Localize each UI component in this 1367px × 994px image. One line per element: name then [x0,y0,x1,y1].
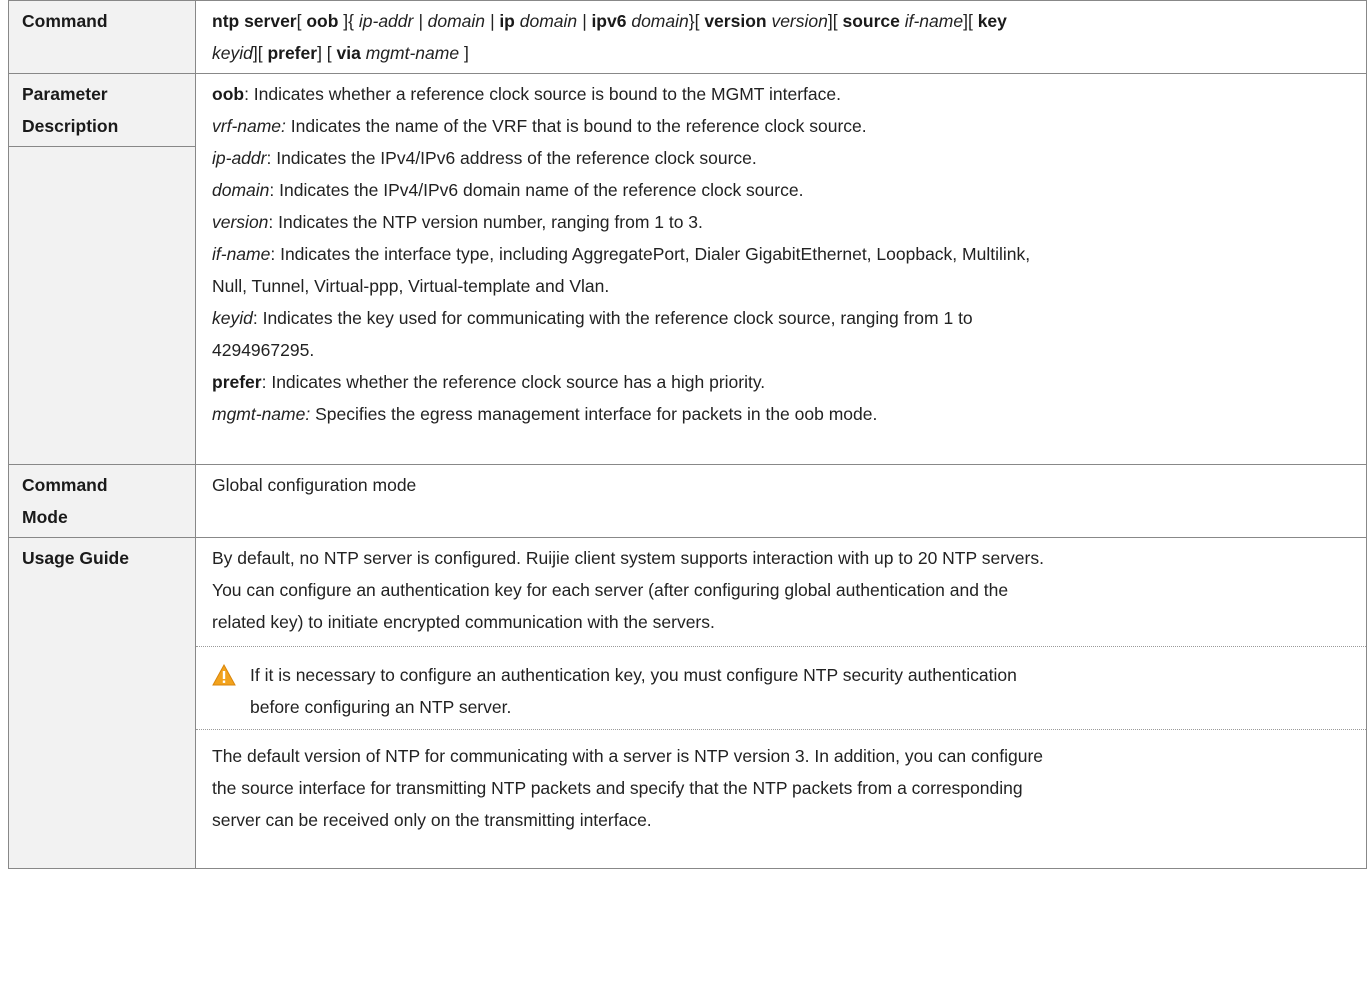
command-syntax: ntp server[ oob ]{ ip-addr | domain | ip… [196,1,1366,69]
syntax-bracket: ][ [252,43,268,63]
param-term: keyid [212,308,253,328]
caution-text: If it is necessary to configure an authe… [196,659,1366,723]
syntax-keyword: key [977,11,1007,31]
param-desc-cont: Null, Tunnel, Virtual-ppp, Virtual-templ… [212,276,610,296]
warning-triangle-icon [212,664,236,686]
syntax-bracket: ]{ [338,11,359,31]
param-item-domain: domain: Indicates the IPv4/IPv6 domain n… [212,174,1366,206]
command-syntax-cell: ntp server[ oob ]{ ip-addr | domain | ip… [195,0,1367,74]
usage-p1-line: You can configure an authentication key … [212,580,1009,600]
param-term: mgmt-name: [212,404,311,424]
syntax-bracket: }[ [688,11,705,31]
syntax-bracket: ][ [827,11,843,31]
param-desc: : Indicates whether the reference clock … [261,372,766,392]
caution-note: If it is necessary to configure an authe… [196,646,1366,730]
syntax-keyword: ipv6 [591,11,627,31]
command-mode-label-line1: Command [22,475,108,495]
usage-p2-line: the source interface for transmitting NT… [212,778,1023,798]
command-label: Command [22,11,108,31]
parameter-label-line1: Parameter [22,84,108,104]
parameter-list: oob: Indicates whether a reference clock… [196,74,1366,430]
usage-guide-row: Usage Guide By default, no NTP server is… [8,537,1367,869]
param-term: oob [212,84,245,104]
parameter-values-cell: oob: Indicates whether a reference clock… [195,73,1367,465]
param-term: domain [212,180,270,200]
param-desc: : Indicates the IPv4/IPv6 address of the… [266,148,757,168]
parameter-label-line2: Description [22,116,119,136]
param-term: version [212,212,269,232]
command-mode-value-cell: Global configuration mode [195,464,1367,538]
syntax-argument: mgmt-name [365,43,460,63]
param-term: prefer [212,372,262,392]
param-desc: : Indicates the NTP version number, rang… [268,212,703,232]
param-item-keyid: keyid: Indicates the key used for commun… [212,302,1366,366]
usage-paragraph-2: The default version of NTP for communica… [196,730,1366,836]
param-term: ip-addr [212,148,267,168]
command-row: Command ntp server[ oob ]{ ip-addr | dom… [8,0,1367,74]
syntax-bracket: [ [296,11,307,31]
caution-line: before configuring an NTP server. [250,697,512,717]
syntax-argument: version [771,11,828,31]
param-term: if-name [212,244,271,264]
parameter-row: Parameter Description oob: Indicates whe… [8,73,1367,465]
syntax-bracket: ][ [963,11,978,31]
usage-paragraph-1: By default, no NTP server is configured.… [196,538,1366,638]
param-term: vrf-name: [212,116,286,136]
caution-line: If it is necessary to configure an authe… [250,665,1017,685]
command-mode-value: Global configuration mode [212,475,417,495]
syntax-argument: domain [631,11,689,31]
syntax-keyword: source [842,11,900,31]
usage-guide-label: Usage Guide [22,548,129,568]
param-desc: : Indicates the key used for communicati… [252,308,973,328]
command-reference-table: Command ntp server[ oob ]{ ip-addr | dom… [8,0,1367,869]
syntax-argument: ip-addr | domain | [358,11,495,31]
usage-guide-value-cell: By default, no NTP server is configured.… [195,537,1367,869]
param-desc-cont: 4294967295. [212,340,315,360]
param-item-vrf-name: vrf-name: Indicates the name of the VRF … [212,110,1366,142]
command-label-cell: Command [8,0,196,74]
syntax-keyword: via [336,43,361,63]
syntax-bracket: ] [459,43,469,63]
param-item-version: version: Indicates the NTP version numbe… [212,206,1366,238]
syntax-bracket: ] [ [317,43,337,63]
param-desc: : Indicates the interface type, includin… [270,244,1031,264]
param-desc: : Indicates whether a reference clock so… [244,84,841,104]
syntax-keyword: oob [306,11,339,31]
param-item-oob: oob: Indicates whether a reference clock… [212,78,1366,110]
syntax-keyword: ip [499,11,515,31]
command-mode-label-line2: Mode [22,507,68,527]
usage-p2-line: The default version of NTP for communica… [212,746,1044,766]
param-desc: Indicates the name of the VRF that is bo… [285,116,867,136]
usage-p1-line: By default, no NTP server is configured.… [212,548,1044,568]
parameter-label-cell: Parameter Description [8,73,196,465]
command-mode-label-cell: Command Mode [8,464,196,538]
usage-p1-line: related key) to initiate encrypted commu… [212,612,715,632]
syntax-keyword: ntp server [212,11,297,31]
syntax-argument: keyid [212,43,253,63]
parameter-label: Parameter Description [9,74,195,147]
syntax-keyword: version [704,11,767,31]
syntax-argument: if-name [904,11,964,31]
syntax-keyword: prefer [267,43,318,63]
usage-p2-line: server can be received only on the trans… [212,810,652,830]
param-item-ip-addr: ip-addr: Indicates the IPv4/IPv6 address… [212,142,1366,174]
syntax-argument: domain | [519,11,587,31]
param-desc: Specifies the egress management interfac… [310,404,878,424]
usage-guide-label-cell: Usage Guide [8,537,196,869]
param-item-mgmt-name: mgmt-name: Specifies the egress manageme… [212,398,1366,430]
param-desc: : Indicates the IPv4/IPv6 domain name of… [269,180,804,200]
param-item-if-name: if-name: Indicates the interface type, i… [212,238,1366,302]
command-mode-row: Command Mode Global configuration mode [8,464,1367,538]
param-item-prefer: prefer: Indicates whether the reference … [212,366,1366,398]
command-mode-label: Command Mode [9,465,195,533]
